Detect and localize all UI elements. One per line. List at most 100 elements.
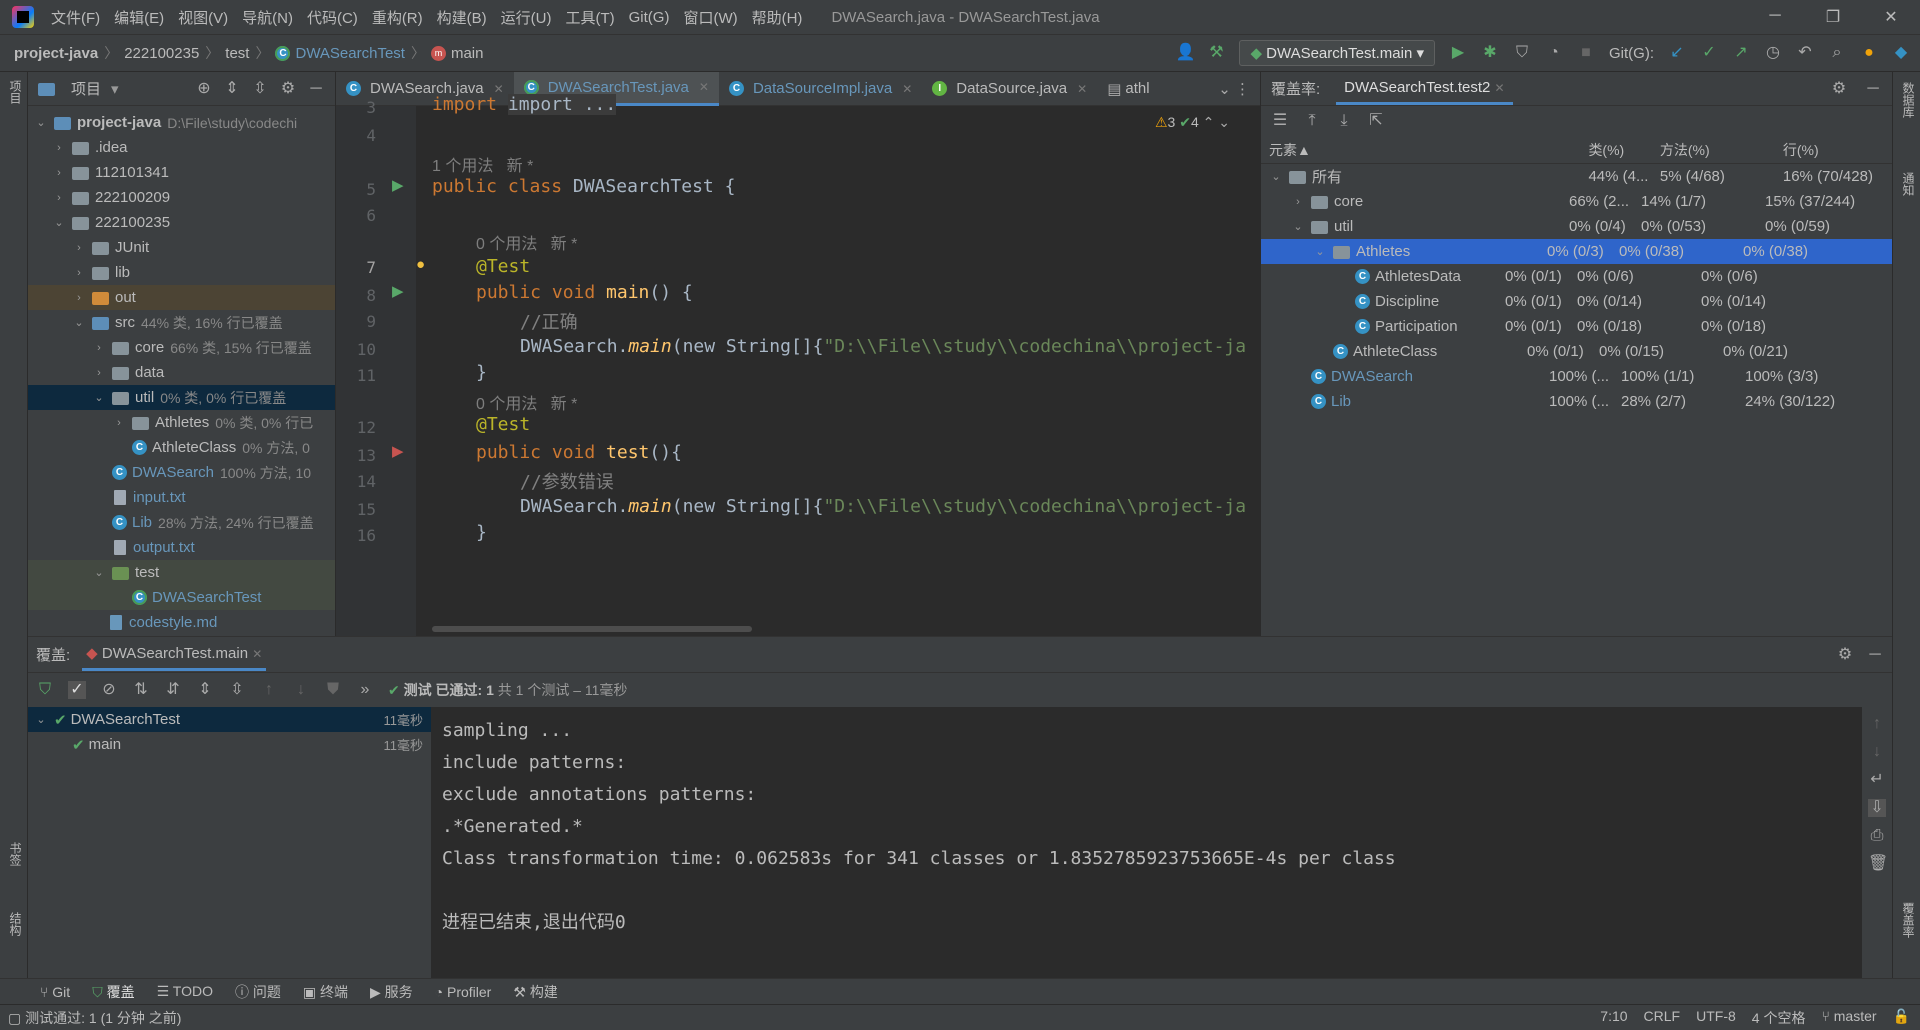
- tree-item[interactable]: codestyle.md: [28, 610, 335, 635]
- git-push-icon[interactable]: ↗: [1732, 44, 1750, 62]
- tab-datasourceimpl[interactable]: C DataSourceImpl.java ✕: [719, 72, 922, 106]
- coverage-row[interactable]: ⌄ 所有 44% (4... 5% (4/68) 16% (70/428): [1261, 164, 1892, 189]
- tree-item[interactable]: ⌄ 222100235: [28, 210, 335, 235]
- run-tab[interactable]: ◆ DWASearchTest.main ✕: [82, 638, 267, 671]
- code-area[interactable]: ⚠3 ✔4 ⌃ ⌄ 3 import import ... 4 1 个用法 新 …: [336, 94, 1260, 636]
- project-tool-button[interactable]: 项目: [7, 80, 24, 104]
- tree-item[interactable]: › 112101341: [28, 160, 335, 185]
- trash-icon[interactable]: 🗑: [1868, 855, 1888, 873]
- run-config-selector[interactable]: ◆ DWASearchTest.main ▾: [1239, 40, 1435, 66]
- tree-item[interactable]: C DWASearchTest: [28, 585, 335, 610]
- update-icon[interactable]: ●: [1860, 44, 1878, 62]
- close-icon[interactable]: ✕: [1862, 7, 1920, 27]
- hide-icon[interactable]: ─: [1866, 646, 1884, 664]
- history-icon[interactable]: ◷: [1764, 44, 1782, 62]
- tree-item[interactable]: › .idea: [28, 135, 335, 160]
- tab-athl[interactable]: ▤ athl: [1097, 72, 1159, 106]
- tree-item[interactable]: › 222100209: [28, 185, 335, 210]
- run-failed-gutter-icon[interactable]: ▶: [392, 442, 404, 460]
- col-method[interactable]: 方法(%): [1660, 140, 1783, 160]
- caret-position[interactable]: 7:10: [1600, 1008, 1627, 1028]
- line-separator[interactable]: CRLF: [1644, 1008, 1681, 1028]
- test-node[interactable]: ✔ main 11毫秒: [28, 732, 431, 757]
- gear-icon[interactable]: ⚙: [279, 80, 297, 98]
- show-passed-icon[interactable]: ✓: [68, 681, 86, 699]
- expand-all-icon[interactable]: ⇕: [223, 80, 241, 98]
- scroll-up-icon[interactable]: ↑: [1868, 715, 1886, 733]
- scroll-to-end-icon[interactable]: ⇩: [1868, 799, 1886, 817]
- tree-item[interactable]: › lib: [28, 260, 335, 285]
- navigate-up-icon[interactable]: ⤒: [1303, 112, 1321, 130]
- search-icon[interactable]: ⌕: [1828, 44, 1846, 62]
- expand-all-icon[interactable]: ⇕: [196, 681, 214, 699]
- tree-item[interactable]: › Athletes 0% 类, 0% 行已: [28, 410, 335, 435]
- tree-item[interactable]: C DWASearch 100% 方法, 10: [28, 460, 335, 485]
- indent-setting[interactable]: 4 个空格: [1752, 1008, 1806, 1028]
- tool-tab-terminal[interactable]: ▣ 终端: [303, 982, 348, 1002]
- run-gutter-icon[interactable]: ▶: [392, 282, 404, 300]
- tool-tab-coverage[interactable]: ⛉ 覆盖: [92, 982, 134, 1002]
- tree-item[interactable]: › core 66% 类, 15% 行已覆盖: [28, 335, 335, 360]
- menu-code[interactable]: 代码(C): [300, 7, 365, 28]
- stop-icon[interactable]: ■: [1577, 44, 1595, 62]
- lock-icon[interactable]: 🔓: [1893, 1008, 1910, 1028]
- col-line[interactable]: 行(%): [1783, 140, 1892, 160]
- scroll-down-icon[interactable]: ↓: [1868, 743, 1886, 761]
- col-class[interactable]: 类(%): [1588, 140, 1659, 160]
- coverage-row[interactable]: C Discipline 0% (0/1) 0% (0/14) 0% (0/14): [1261, 289, 1892, 314]
- status-message[interactable]: ▢ 测试通过: 1 (1 分钟 之前): [8, 1008, 181, 1028]
- coverage-tool-button[interactable]: 覆盖率: [1900, 902, 1917, 938]
- export-icon[interactable]: ⇱: [1367, 112, 1385, 130]
- tree-item[interactable]: ⌄ test: [28, 560, 335, 585]
- col-element[interactable]: 元素 ▲: [1269, 140, 1588, 160]
- coverage-row[interactable]: ⌄ util 0% (0/4) 0% (0/53) 0% (0/59): [1261, 214, 1892, 239]
- show-ignored-icon[interactable]: ⊘: [100, 681, 118, 699]
- print-icon[interactable]: ⎙: [1868, 827, 1886, 845]
- menu-refactor[interactable]: 重构(R): [365, 7, 430, 28]
- more-icon[interactable]: »: [356, 681, 374, 699]
- chevron-down-icon[interactable]: ▾: [111, 80, 119, 98]
- menu-run[interactable]: 运行(U): [494, 7, 559, 28]
- menu-navigate[interactable]: 导航(N): [235, 7, 300, 28]
- debug-icon[interactable]: ✱: [1481, 44, 1499, 62]
- soft-wrap-icon[interactable]: ↵: [1868, 771, 1886, 789]
- notifications-tool-button[interactable]: 通知: [1900, 172, 1917, 196]
- coverage-row[interactable]: › core 66% (2... 14% (1/7) 15% (37/244): [1261, 189, 1892, 214]
- coverage-row[interactable]: C Participation 0% (0/1) 0% (0/18) 0% (0/18): [1261, 314, 1892, 339]
- rollback-icon[interactable]: ↶: [1796, 44, 1814, 62]
- hide-icon[interactable]: ─: [307, 80, 325, 98]
- tree-item[interactable]: › JUnit: [28, 235, 335, 260]
- menu-window[interactable]: 窗口(W): [676, 7, 744, 28]
- tree-item-selected[interactable]: ⌄ util 0% 类, 0% 行已覆盖: [28, 385, 335, 410]
- hide-icon[interactable]: ─: [1864, 80, 1882, 98]
- tab-list-icon[interactable]: ⌄ ⋮: [1208, 80, 1260, 98]
- tree-item[interactable]: ⌄ src 44% 类, 16% 行已覆盖: [28, 310, 335, 335]
- locate-icon[interactable]: ⊕: [195, 80, 213, 98]
- tool-tab-services[interactable]: ▶ 服务: [370, 982, 413, 1002]
- run-gutter-icon[interactable]: ▶: [392, 176, 404, 194]
- tool-tab-profiler[interactable]: ◔ Profiler: [435, 984, 492, 1000]
- prev-failed-icon[interactable]: ↑: [260, 681, 278, 699]
- coverage-row-selected[interactable]: ⌄ Athletes 0% (0/3) 0% (0/38) 0% (0/38): [1261, 239, 1892, 264]
- tree-item[interactable]: input.txt: [28, 485, 335, 510]
- menu-help[interactable]: 帮助(H): [745, 7, 810, 28]
- menu-git[interactable]: Git(G): [622, 9, 677, 26]
- tree-item[interactable]: output.txt: [28, 535, 335, 560]
- menu-build[interactable]: 构建(B): [430, 7, 494, 28]
- breadcrumb-project[interactable]: project-java: [0, 45, 104, 62]
- gear-icon[interactable]: ⚙: [1836, 646, 1854, 664]
- lightbulb-icon[interactable]: ●: [416, 256, 425, 273]
- breadcrumb-dir[interactable]: 222100235: [118, 45, 205, 62]
- project-panel-title[interactable]: 项目: [71, 78, 101, 99]
- gear-icon[interactable]: ⚙: [1830, 80, 1848, 98]
- menu-tools[interactable]: 工具(T): [558, 7, 621, 28]
- export-icon[interactable]: ⛊: [324, 681, 342, 699]
- tool-tab-git[interactable]: ⑂ Git: [40, 984, 70, 1000]
- coverage-row[interactable]: C AthletesData 0% (0/1) 0% (0/6) 0% (0/6): [1261, 264, 1892, 289]
- tool-tab-build[interactable]: ⚒ 构建: [513, 982, 557, 1002]
- minimize-icon[interactable]: ─: [1746, 7, 1804, 27]
- tree-item[interactable]: › out: [28, 285, 335, 310]
- menu-edit[interactable]: 编辑(E): [107, 7, 171, 28]
- breadcrumb-method[interactable]: m main: [425, 45, 490, 62]
- jetbrains-icon[interactable]: ◆: [1892, 44, 1910, 62]
